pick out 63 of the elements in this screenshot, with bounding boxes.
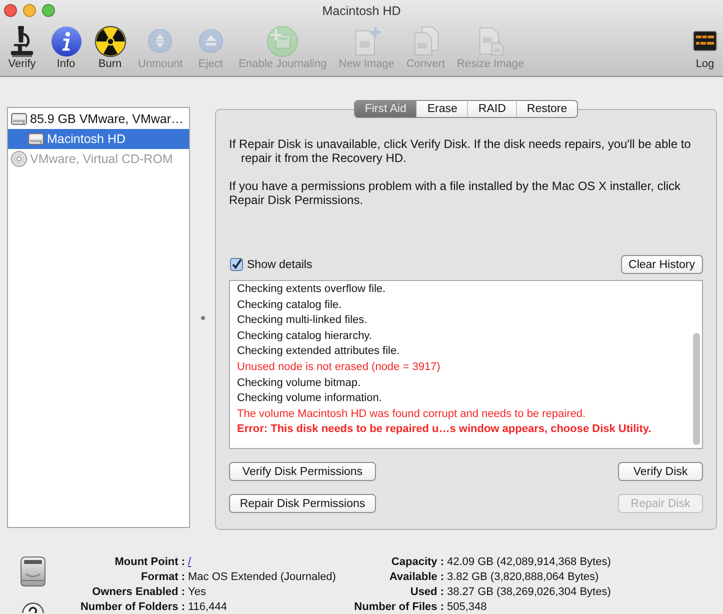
checkbox[interactable] <box>230 258 243 271</box>
info-label: Capacity : <box>390 555 444 570</box>
verify-disk-permissions-button[interactable]: Verify Disk Permissions <box>229 462 376 481</box>
info-label: Mount Point : <box>114 555 185 570</box>
radiation-icon <box>94 26 126 56</box>
log-line: Checking multi-linked files. <box>237 313 368 328</box>
info-value: 38.27 GB (38,269,026,304 Bytes) <box>447 585 611 600</box>
info-value: Mac OS Extended (Journaled) <box>188 570 337 585</box>
close-icon[interactable] <box>4 4 17 17</box>
resize-handle-icon[interactable] <box>200 316 204 320</box>
tab[interactable]: Erase <box>416 101 468 117</box>
log-line: Checking catalog file. <box>237 298 343 313</box>
optical-disc-icon <box>11 151 27 167</box>
document-plus-icon <box>352 26 381 56</box>
tab[interactable]: RAID <box>467 101 516 117</box>
sidebar-item[interactable]: 85.9 GB VMware, VMwar… <box>8 109 189 129</box>
window-title: Macintosh HD <box>322 4 401 18</box>
info-label: Number of Folders : <box>79 600 185 614</box>
log-line: Checking volume information. <box>237 391 383 406</box>
log-line: Checking extended attributes file. <box>237 344 401 360</box>
info-label: Used : <box>409 585 444 600</box>
info-value: 3.82 GB (3,820,888,064 Bytes) <box>447 570 600 585</box>
log-line: Checking volume bitmap. <box>237 376 362 391</box>
verify-disk-button[interactable]: Verify Disk <box>618 462 703 481</box>
info-label: Format : <box>140 570 185 585</box>
info-value: Yes <box>188 585 207 600</box>
checkbox-label[interactable]: Show details <box>247 258 312 270</box>
hard-drive-icon <box>18 556 48 587</box>
info-label: Available : <box>388 570 444 585</box>
eject-icon <box>198 29 223 53</box>
instructions-text: If you have a permissions problem with a file installed by the Mac OS X installer, click Repair Disk Permissions. <box>229 179 682 207</box>
disk-sparkle-icon <box>267 26 298 56</box>
clear-history-button[interactable]: Clear History <box>620 255 703 274</box>
documents-icon <box>412 26 440 56</box>
info-label: Number of Files : <box>353 600 444 614</box>
info-label: Owners Enabled : <box>91 585 185 600</box>
sidebar-item[interactable]: Macintosh HD <box>8 129 189 149</box>
log-line: Checking extents overflow file. <box>237 282 387 297</box>
repair-disk-permissions-button[interactable]: Repair Disk Permissions <box>229 494 376 513</box>
info-value: 42.09 GB (42,089,914,368 Bytes) <box>447 555 611 570</box>
scrollbar-thumb[interactable] <box>692 333 700 445</box>
burn-button[interactable]: Burn <box>88 21 132 73</box>
minimize-icon[interactable] <box>23 4 36 17</box>
log-line: Checking catalog hierarchy. <box>237 328 373 344</box>
info-button[interactable]: Info <box>44 21 88 73</box>
log-button[interactable]: Log <box>683 21 723 73</box>
help-icon[interactable] <box>22 602 44 613</box>
info-icon <box>50 26 82 56</box>
up-down-arrows-icon <box>148 29 172 53</box>
log-line: Error: This disk needs to be repaired u…s window appears, choose Disk Utility. <box>237 422 652 438</box>
info-value: 505,348 <box>447 600 488 614</box>
verify-button[interactable]: Verify <box>0 21 44 73</box>
log-line: The volume Macintosh HD was found corrupt and needs to be repaired. <box>237 406 587 422</box>
microscope-icon <box>11 26 33 56</box>
hard-drive-icon <box>28 131 44 147</box>
zoom-icon[interactable] <box>42 4 55 17</box>
log-line: Unused node is not erased (node = 3917) <box>237 360 442 375</box>
instructions-text: If Repair Disk is unavailable, click Verify Disk. If the disk needs repairs, you'll be able to repair it from the Recovery HD. <box>229 137 692 165</box>
hard-drive-icon <box>11 111 27 127</box>
document-stack-icon <box>476 26 505 56</box>
info-value: 116,444 <box>188 600 228 614</box>
mount-point-link[interactable]: / <box>188 556 192 568</box>
console-icon <box>693 31 717 51</box>
